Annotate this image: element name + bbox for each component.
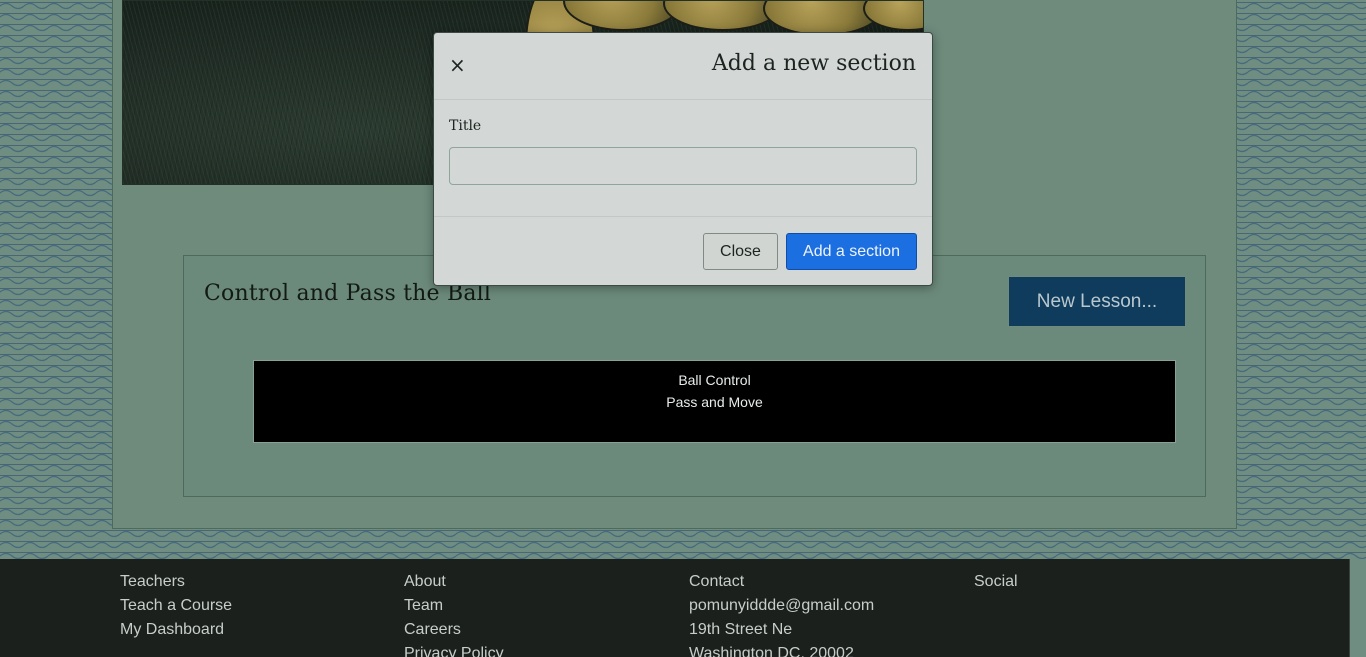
section-title-input[interactable]: [449, 147, 917, 185]
footer-link-careers[interactable]: Careers: [404, 618, 504, 642]
footer-contact-email[interactable]: pomunyiddde@gmail.com: [689, 594, 874, 618]
footer-column-about: About Team Careers Privacy Policy: [404, 570, 504, 657]
lesson-link-pass-and-move[interactable]: Pass and Move: [254, 391, 1175, 413]
modal-header: × Add a new section: [434, 33, 932, 100]
modal-footer: Close Add a section: [434, 216, 932, 286]
modal-title: Add a new section: [711, 51, 916, 76]
footer-link-team[interactable]: Team: [404, 594, 504, 618]
footer-heading-contact[interactable]: Contact: [689, 570, 874, 594]
footer-contact-street: 19th Street Ne: [689, 621, 793, 638]
footer-heading-social[interactable]: Social: [974, 570, 1018, 594]
footer-link-privacy-policy[interactable]: Privacy Policy: [404, 642, 504, 657]
footer-link-teach-a-course[interactable]: Teach a Course: [120, 594, 232, 618]
footer-heading-about[interactable]: About: [404, 570, 504, 594]
footer-heading-teachers[interactable]: Teachers: [120, 570, 232, 594]
footer-column-contact: Contact pomunyiddde@gmail.com 19th Stree…: [689, 570, 874, 657]
add-section-modal: × Add a new section Title Close Add a se…: [433, 32, 933, 286]
footer-column-teachers: Teachers Teach a Course My Dashboard: [120, 570, 232, 642]
title-field-label: Title: [449, 118, 482, 134]
lesson-list-box: Ball Control Pass and Move: [253, 360, 1176, 443]
footer-column-social: Social: [974, 570, 1018, 594]
lesson-link-ball-control[interactable]: Ball Control: [254, 369, 1175, 391]
site-footer: Teachers Teach a Course My Dashboard Abo…: [0, 559, 1350, 657]
add-section-button[interactable]: Add a section: [786, 233, 917, 270]
footer-contact-city: Washington DC, 20002: [689, 645, 854, 657]
close-button[interactable]: Close: [703, 233, 778, 270]
new-lesson-button[interactable]: New Lesson...: [1008, 276, 1186, 327]
close-icon[interactable]: ×: [449, 53, 466, 77]
page-edge-strip: [1350, 559, 1366, 657]
footer-link-my-dashboard[interactable]: My Dashboard: [120, 618, 232, 642]
